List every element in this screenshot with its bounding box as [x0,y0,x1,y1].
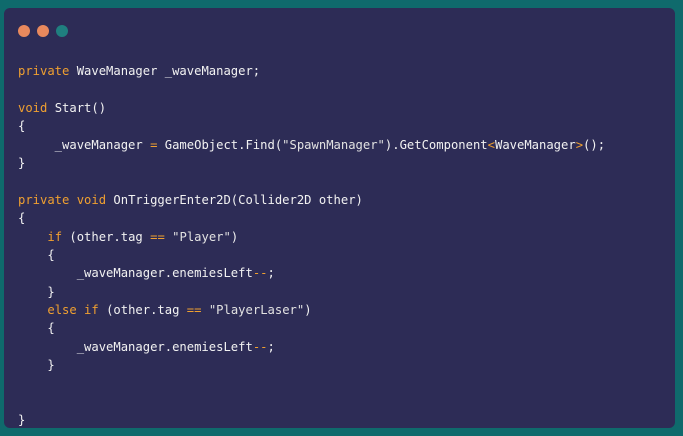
maximize-dot-icon[interactable] [56,25,68,37]
code-string: "SpawnManager" [282,137,385,152]
code-text: { [18,247,55,262]
code-text: } [18,284,55,299]
code-line: } [18,154,605,172]
code-line: { [18,117,605,135]
code-string: "PlayerLaser" [208,303,305,318]
code-text: ; [267,339,275,354]
code-text: WaveManager [494,137,576,152]
code-text: OnTriggerEnter2D(Collider2D other) [106,192,363,207]
code-text: (); [583,137,606,152]
code-line: private void OnTriggerEnter2D(Collider2D… [18,191,605,209]
code-text: Start() [47,100,107,115]
code-text: _waveManager.enemiesLeft [18,266,253,281]
code-line: { [18,209,605,227]
code-keyword: void [18,100,48,115]
code-line: private WaveManager _waveManager; [18,62,605,80]
code-string: "Player" [172,229,231,244]
code-line: } [18,411,605,428]
code-text: ).GetComponent [384,137,488,152]
code-keyword: == [150,229,165,244]
code-line: if (other.tag == "Player") [18,228,605,246]
code-keyword: private [18,64,70,78]
code-line: } [18,356,605,374]
code-text: _waveManager.enemiesLeft [18,339,253,354]
code-text: { [18,119,26,134]
code-text: ; [267,266,275,281]
code-text: (other.tag [62,229,151,244]
code-line: } [18,283,605,301]
code-text: ) [230,229,239,244]
minimize-dot-icon[interactable] [37,25,49,37]
code-line: void Start() [18,99,605,117]
code-keyword: private void [18,192,107,207]
code-keyword: == [186,303,202,318]
close-dot-icon[interactable] [18,25,30,37]
code-keyword: -- [252,339,268,354]
code-text: GameObject.Find( [157,137,283,152]
code-window: private WaveManager _waveManager; void St… [4,8,675,428]
code-text: ) [304,303,312,318]
code-line: { [18,246,605,264]
code-text: } [18,413,26,428]
code-keyword: > [575,137,584,152]
code-text: WaveManager _waveManager; [69,64,261,78]
code-line: _waveManager.enemiesLeft--; [18,338,605,356]
code-text: { [18,321,55,336]
code-text: _waveManager [18,137,151,152]
code-line: _waveManager = GameObject.Find("SpawnMan… [18,136,605,154]
code-text: (other.tag [98,303,187,318]
code-text: { [18,211,26,226]
code-text: } [18,358,55,373]
code-block: private WaveManager _waveManager; void St… [18,62,605,428]
code-line: _waveManager.enemiesLeft--; [18,264,605,282]
code-text: } [18,155,26,170]
code-line: { [18,319,605,337]
code-keyword: if [47,229,63,244]
code-keyword: < [487,137,495,152]
code-keyword: else if [47,303,99,318]
code-keyword: -- [252,266,268,281]
code-line: else if (other.tag == "PlayerLaser") [18,301,605,319]
